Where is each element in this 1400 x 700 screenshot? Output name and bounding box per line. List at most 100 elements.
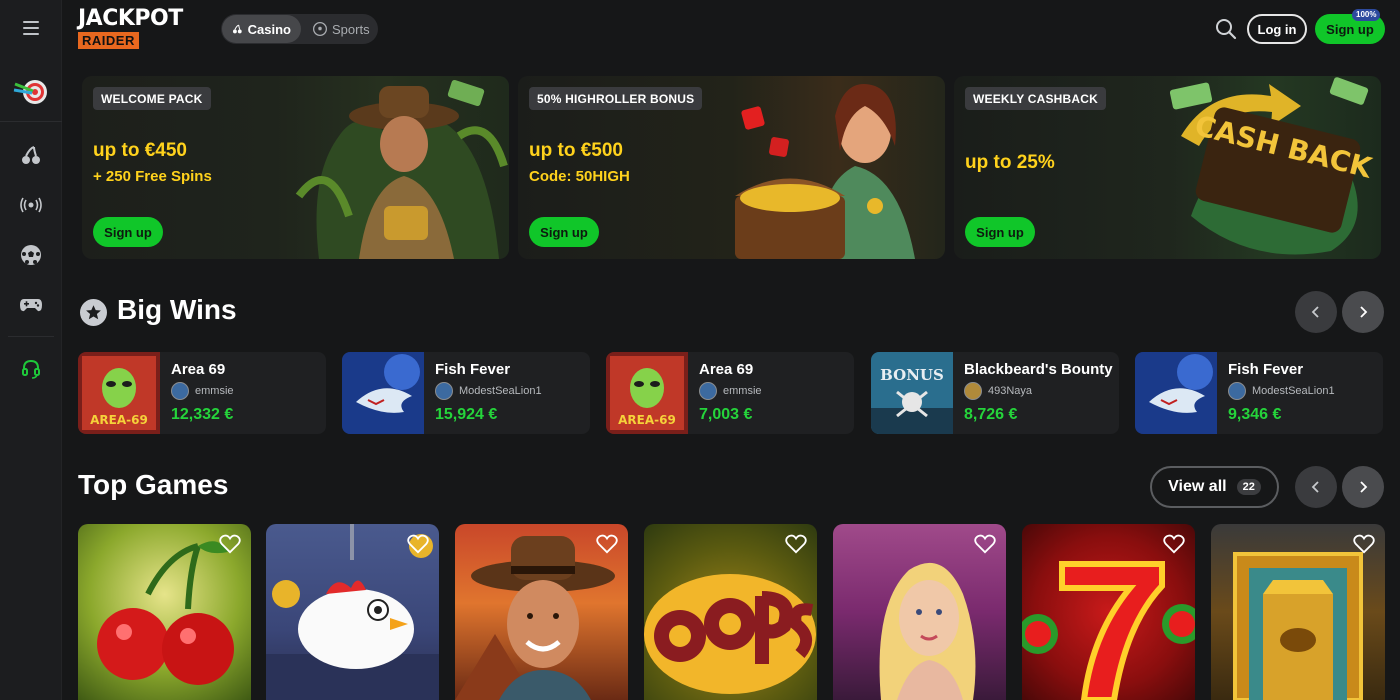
darts-target-icon bbox=[13, 79, 47, 104]
sidebar-item-support[interactable] bbox=[0, 344, 62, 394]
search-icon[interactable] bbox=[1215, 18, 1237, 40]
soccer-ball-icon bbox=[313, 22, 327, 36]
casino-sports-toggle: Casino Sports bbox=[221, 14, 378, 44]
promo-signup-button[interactable]: Sign up bbox=[93, 217, 163, 247]
game-card-explorer[interactable] bbox=[455, 524, 628, 700]
big-wins-prev-button[interactable] bbox=[1295, 291, 1337, 333]
menu-icon[interactable] bbox=[18, 16, 44, 40]
promo-amount: up to €450 bbox=[93, 140, 187, 161]
win-game-name: Area 69 bbox=[699, 361, 754, 378]
win-username: emmsie bbox=[723, 385, 762, 397]
win-amount: 12,332 € bbox=[171, 406, 234, 423]
win-user: emmsie bbox=[699, 382, 762, 400]
promo-card-welcome[interactable]: WELCOME PACK up to €450 + 250 Free Spins… bbox=[82, 76, 509, 259]
promo-signup-button[interactable]: Sign up bbox=[965, 217, 1035, 247]
win-card[interactable]: Fish Fever ModestSeaLion1 9,346 € bbox=[1135, 352, 1383, 434]
sidebar-divider bbox=[8, 336, 54, 337]
heart-icon[interactable] bbox=[974, 534, 996, 554]
avatar bbox=[435, 382, 453, 400]
promo-signup-button[interactable]: Sign up bbox=[529, 217, 599, 247]
game-thumbnail-area-69: AREA-69 bbox=[78, 352, 160, 434]
sidebar-item-promotions[interactable] bbox=[0, 62, 62, 122]
tab-casino[interactable]: Casino bbox=[222, 15, 301, 43]
view-all-label: View all bbox=[1168, 478, 1227, 495]
promo-card-cashback[interactable]: CASH BACK WEEKLY CASHBACK up to 25% Sign… bbox=[954, 76, 1381, 259]
treasure-illustration bbox=[735, 84, 915, 259]
promo-card-highroller[interactable]: 50% HIGHROLLER BONUS up to €500 Code: 50… bbox=[518, 76, 945, 259]
win-game-name: Blackbeard's Bounty bbox=[964, 361, 1113, 378]
thumb-text: AREA-69 bbox=[90, 413, 148, 427]
heart-icon[interactable] bbox=[1353, 534, 1375, 554]
sidebar-item-games[interactable] bbox=[0, 280, 62, 330]
avatar bbox=[1228, 382, 1246, 400]
promo-tag: WELCOME PACK bbox=[93, 87, 211, 110]
game-thumbnail-fish-fever bbox=[342, 352, 424, 434]
game-card-temple[interactable] bbox=[1211, 524, 1385, 700]
live-broadcast-icon bbox=[20, 197, 42, 213]
avatar bbox=[964, 382, 982, 400]
sidebar bbox=[0, 0, 62, 700]
top-games-next-button[interactable] bbox=[1342, 466, 1384, 508]
win-game-name: Fish Fever bbox=[435, 361, 511, 378]
tab-sports-label: Sports bbox=[332, 21, 370, 37]
win-username: ModestSeaLion1 bbox=[459, 385, 542, 397]
game-thumbnail-blackbeards-bounty: BONUS bbox=[871, 352, 953, 434]
win-card[interactable]: Fish Fever ModestSeaLion1 15,924 € bbox=[342, 352, 590, 434]
promo-subtext: Code: 50HIGH bbox=[529, 168, 630, 185]
avatar bbox=[171, 382, 189, 400]
win-card[interactable]: AREA-69 Area 69 emmsie 12,332 € bbox=[78, 352, 326, 434]
win-card[interactable]: AREA-69 Area 69 emmsie 7,003 € bbox=[606, 352, 854, 434]
heart-icon[interactable] bbox=[1163, 534, 1185, 554]
promo-amount: up to €500 bbox=[529, 140, 623, 161]
win-username: emmsie bbox=[195, 385, 234, 397]
gamepad-icon bbox=[20, 299, 42, 312]
win-user: emmsie bbox=[171, 382, 234, 400]
win-card[interactable]: BONUS Blackbeard's Bounty 493Naya 8,726 … bbox=[871, 352, 1119, 434]
heart-icon[interactable] bbox=[219, 534, 241, 554]
signup-bonus-badge: 100% bbox=[1352, 9, 1381, 21]
top-games-title: Top Games bbox=[78, 469, 229, 500]
win-amount: 9,346 € bbox=[1228, 406, 1282, 423]
sidebar-item-casino[interactable] bbox=[0, 130, 62, 180]
chevron-right-icon bbox=[1360, 306, 1368, 318]
game-card-chicken[interactable] bbox=[266, 524, 439, 700]
sidebar-item-sports[interactable] bbox=[0, 230, 62, 280]
login-button[interactable]: Log in bbox=[1247, 14, 1307, 44]
tab-casino-label: Casino bbox=[247, 21, 291, 37]
heart-icon[interactable] bbox=[407, 534, 429, 554]
star-icon bbox=[80, 299, 107, 326]
win-user: ModestSeaLion1 bbox=[435, 382, 542, 400]
support-headset-icon bbox=[22, 359, 40, 379]
chevron-left-icon bbox=[1311, 306, 1319, 318]
tab-sports[interactable]: Sports bbox=[303, 15, 380, 43]
win-user: 493Naya bbox=[964, 382, 1032, 400]
win-username: ModestSeaLion1 bbox=[1252, 385, 1335, 397]
game-card-oops[interactable] bbox=[644, 524, 817, 700]
site-logo[interactable]: JACKPOT RAIDER bbox=[78, 8, 198, 52]
thumb-text: AREA-69 bbox=[618, 413, 676, 427]
sidebar-item-live[interactable] bbox=[0, 180, 62, 230]
win-user: ModestSeaLion1 bbox=[1228, 382, 1335, 400]
explorer-illustration bbox=[295, 79, 508, 259]
game-thumbnail-area-69: AREA-69 bbox=[606, 352, 688, 434]
games-count-badge: 22 bbox=[1236, 479, 1261, 495]
avatar bbox=[699, 382, 717, 400]
chevron-left-icon bbox=[1311, 481, 1319, 493]
chevron-right-icon bbox=[1360, 481, 1368, 493]
big-wins-title: Big Wins bbox=[117, 294, 237, 325]
cashback-illustration: CASH BACK bbox=[1169, 77, 1376, 255]
promo-tag: WEEKLY CASHBACK bbox=[965, 87, 1107, 110]
game-card-sevens[interactable] bbox=[1022, 524, 1195, 700]
game-card-lady[interactable] bbox=[833, 524, 1006, 700]
cherries-icon bbox=[232, 24, 242, 34]
big-wins-next-button[interactable] bbox=[1342, 291, 1384, 333]
heart-icon[interactable] bbox=[596, 534, 618, 554]
heart-icon[interactable] bbox=[785, 534, 807, 554]
casino-app: JACKPOT RAIDER Casino Sports Log in Sign… bbox=[0, 0, 1400, 700]
top-games-prev-button[interactable] bbox=[1295, 466, 1337, 508]
win-amount: 7,003 € bbox=[699, 406, 753, 423]
promo-amount: up to 25% bbox=[965, 152, 1055, 173]
view-all-button[interactable]: View all 22 bbox=[1150, 466, 1279, 508]
game-card-cherries[interactable] bbox=[78, 524, 251, 700]
win-game-name: Area 69 bbox=[171, 361, 226, 378]
